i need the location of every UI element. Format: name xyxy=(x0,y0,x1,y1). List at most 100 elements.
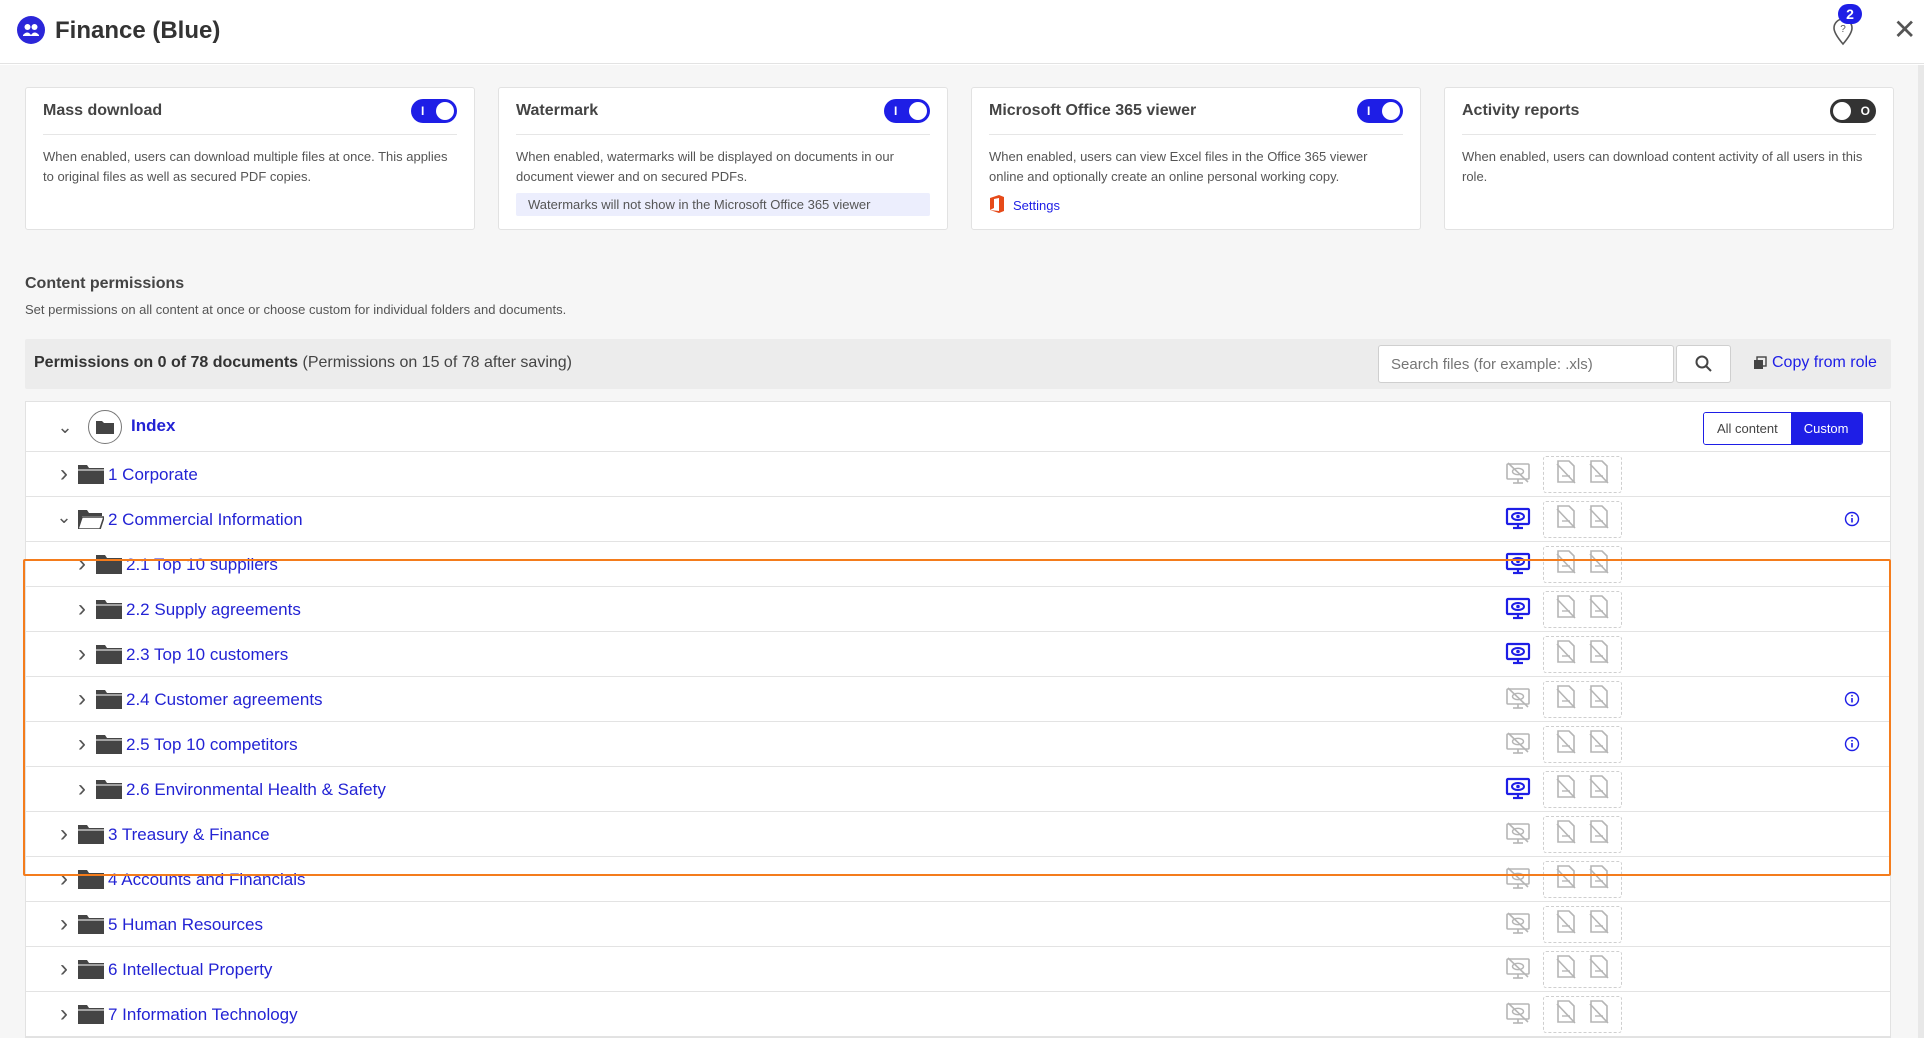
download-original-disabled-icon[interactable] xyxy=(1588,685,1610,714)
download-original-disabled-icon[interactable] xyxy=(1588,595,1610,624)
settings-panel: Mass download I When enabled, users can … xyxy=(0,65,1924,1038)
tree-row[interactable]: › 1 Corporate xyxy=(26,452,1890,497)
chevron-right-icon[interactable]: › xyxy=(56,1002,72,1026)
custom-button[interactable]: Custom xyxy=(1790,413,1862,444)
download-pdf-disabled-icon[interactable] xyxy=(1555,820,1577,849)
viewer-enabled-icon[interactable] xyxy=(1505,506,1531,532)
tree-row-label[interactable]: 2 Commercial Information xyxy=(108,510,303,530)
chevron-right-icon[interactable]: › xyxy=(74,552,90,576)
download-pdf-disabled-icon[interactable] xyxy=(1555,910,1577,939)
scrollbar[interactable] xyxy=(1918,65,1924,1038)
viewer-enabled-icon[interactable] xyxy=(1505,551,1531,577)
search-button[interactable] xyxy=(1676,345,1731,383)
folder-icon xyxy=(78,464,104,486)
download-original-disabled-icon[interactable] xyxy=(1588,550,1610,579)
viewer-disabled-icon[interactable] xyxy=(1505,911,1531,937)
viewer-disabled-icon[interactable] xyxy=(1505,866,1531,892)
chevron-down-icon[interactable]: ⌄ xyxy=(57,418,73,436)
info-icon[interactable] xyxy=(1844,511,1860,527)
download-permissions xyxy=(1543,681,1622,718)
download-original-disabled-icon[interactable] xyxy=(1588,820,1610,849)
chevron-right-icon[interactable]: › xyxy=(56,957,72,981)
tree-row[interactable]: › 3 Treasury & Finance xyxy=(26,812,1890,857)
activity-reports-toggle[interactable]: O xyxy=(1830,99,1876,123)
chevron-right-icon[interactable]: › xyxy=(74,732,90,756)
download-pdf-disabled-icon[interactable] xyxy=(1555,955,1577,984)
viewer-enabled-icon[interactable] xyxy=(1505,596,1531,622)
chevron-right-icon[interactable]: › xyxy=(56,822,72,846)
tree-row-label[interactable]: 2.3 Top 10 customers xyxy=(126,645,288,665)
download-pdf-disabled-icon[interactable] xyxy=(1555,730,1577,759)
tree-row[interactable]: › 2.3 Top 10 customers xyxy=(26,632,1890,677)
download-pdf-disabled-icon[interactable] xyxy=(1555,865,1577,894)
root-label[interactable]: Index xyxy=(131,416,175,436)
copy-from-role-button[interactable]: Copy from role xyxy=(1753,354,1877,372)
download-pdf-disabled-icon[interactable] xyxy=(1555,550,1577,579)
viewer-disabled-icon[interactable] xyxy=(1505,686,1531,712)
download-original-disabled-icon[interactable] xyxy=(1588,640,1610,669)
chevron-down-icon[interactable]: ⌄ xyxy=(56,508,72,526)
download-pdf-disabled-icon[interactable] xyxy=(1555,460,1577,489)
tree-row-label[interactable]: 6 Intellectual Property xyxy=(108,960,272,980)
tree-row-label[interactable]: 3 Treasury & Finance xyxy=(108,825,270,845)
download-original-disabled-icon[interactable] xyxy=(1588,730,1610,759)
download-pdf-disabled-icon[interactable] xyxy=(1555,595,1577,624)
info-icon[interactable] xyxy=(1844,736,1860,752)
office365-toggle[interactable]: I xyxy=(1357,99,1403,123)
tree-row[interactable]: › 4 Accounts and Financials xyxy=(26,857,1890,902)
chevron-right-icon[interactable]: › xyxy=(56,462,72,486)
tree-row[interactable]: › 2.2 Supply agreements xyxy=(26,587,1890,632)
chevron-right-icon[interactable]: › xyxy=(74,777,90,801)
all-content-button[interactable]: All content xyxy=(1704,413,1791,444)
download-original-disabled-icon[interactable] xyxy=(1588,460,1610,489)
tree-row-label[interactable]: 5 Human Resources xyxy=(108,915,263,935)
download-original-disabled-icon[interactable] xyxy=(1588,775,1610,804)
download-pdf-disabled-icon[interactable] xyxy=(1555,775,1577,804)
close-icon[interactable]: ✕ xyxy=(1893,16,1916,44)
tree-row-label[interactable]: 7 Information Technology xyxy=(108,1005,298,1025)
chevron-right-icon[interactable]: › xyxy=(74,597,90,621)
viewer-enabled-icon[interactable] xyxy=(1505,641,1531,667)
chevron-right-icon[interactable]: › xyxy=(56,912,72,936)
chevron-right-icon[interactable]: › xyxy=(74,642,90,666)
viewer-disabled-icon[interactable] xyxy=(1505,1001,1531,1027)
tree-row[interactable]: › 7 Information Technology xyxy=(26,992,1890,1037)
tree-row-label[interactable]: 4 Accounts and Financials xyxy=(108,870,306,890)
download-original-disabled-icon[interactable] xyxy=(1588,505,1610,534)
copy-from-role-label: Copy from role xyxy=(1772,354,1877,371)
download-original-disabled-icon[interactable] xyxy=(1588,955,1610,984)
tree-row-root[interactable]: ⌄ Index All content Custom xyxy=(26,402,1890,452)
tree-row-label[interactable]: 2.4 Customer agreements xyxy=(126,690,323,710)
tree-row[interactable]: › 2.4 Customer agreements xyxy=(26,677,1890,722)
download-pdf-disabled-icon[interactable] xyxy=(1555,1000,1577,1029)
tree-row-label[interactable]: 2.5 Top 10 competitors xyxy=(126,735,298,755)
tree-row[interactable]: › 2.5 Top 10 competitors xyxy=(26,722,1890,767)
tree-row[interactable]: ⌄ 2 Commercial Information xyxy=(26,497,1890,542)
tree-row-label[interactable]: 2.1 Top 10 suppliers xyxy=(126,555,278,575)
tree-row[interactable]: › 6 Intellectual Property xyxy=(26,947,1890,992)
tree-row[interactable]: › 2.6 Environmental Health & Safety xyxy=(26,767,1890,812)
download-pdf-disabled-icon[interactable] xyxy=(1555,685,1577,714)
chevron-right-icon[interactable]: › xyxy=(56,867,72,891)
viewer-disabled-icon[interactable] xyxy=(1505,956,1531,982)
viewer-disabled-icon[interactable] xyxy=(1505,731,1531,757)
office365-settings-link[interactable]: Settings xyxy=(989,195,1403,216)
chevron-right-icon[interactable]: › xyxy=(74,687,90,711)
download-original-disabled-icon[interactable] xyxy=(1588,1000,1610,1029)
watermark-toggle[interactable]: I xyxy=(884,99,930,123)
viewer-enabled-icon[interactable] xyxy=(1505,776,1531,802)
download-pdf-disabled-icon[interactable] xyxy=(1555,640,1577,669)
tree-row[interactable]: › 5 Human Resources xyxy=(26,902,1890,947)
tree-row-label[interactable]: 2.6 Environmental Health & Safety xyxy=(126,780,386,800)
info-icon[interactable] xyxy=(1844,691,1860,707)
tree-row-label[interactable]: 1 Corporate xyxy=(108,465,198,485)
viewer-disabled-icon[interactable] xyxy=(1505,821,1531,847)
mass-download-toggle[interactable]: I xyxy=(411,99,457,123)
search-input[interactable] xyxy=(1378,345,1674,383)
viewer-disabled-icon[interactable] xyxy=(1505,461,1531,487)
download-original-disabled-icon[interactable] xyxy=(1588,910,1610,939)
download-pdf-disabled-icon[interactable] xyxy=(1555,505,1577,534)
tree-row-label[interactable]: 2.2 Supply agreements xyxy=(126,600,301,620)
tree-row[interactable]: › 2.1 Top 10 suppliers xyxy=(26,542,1890,587)
download-original-disabled-icon[interactable] xyxy=(1588,865,1610,894)
